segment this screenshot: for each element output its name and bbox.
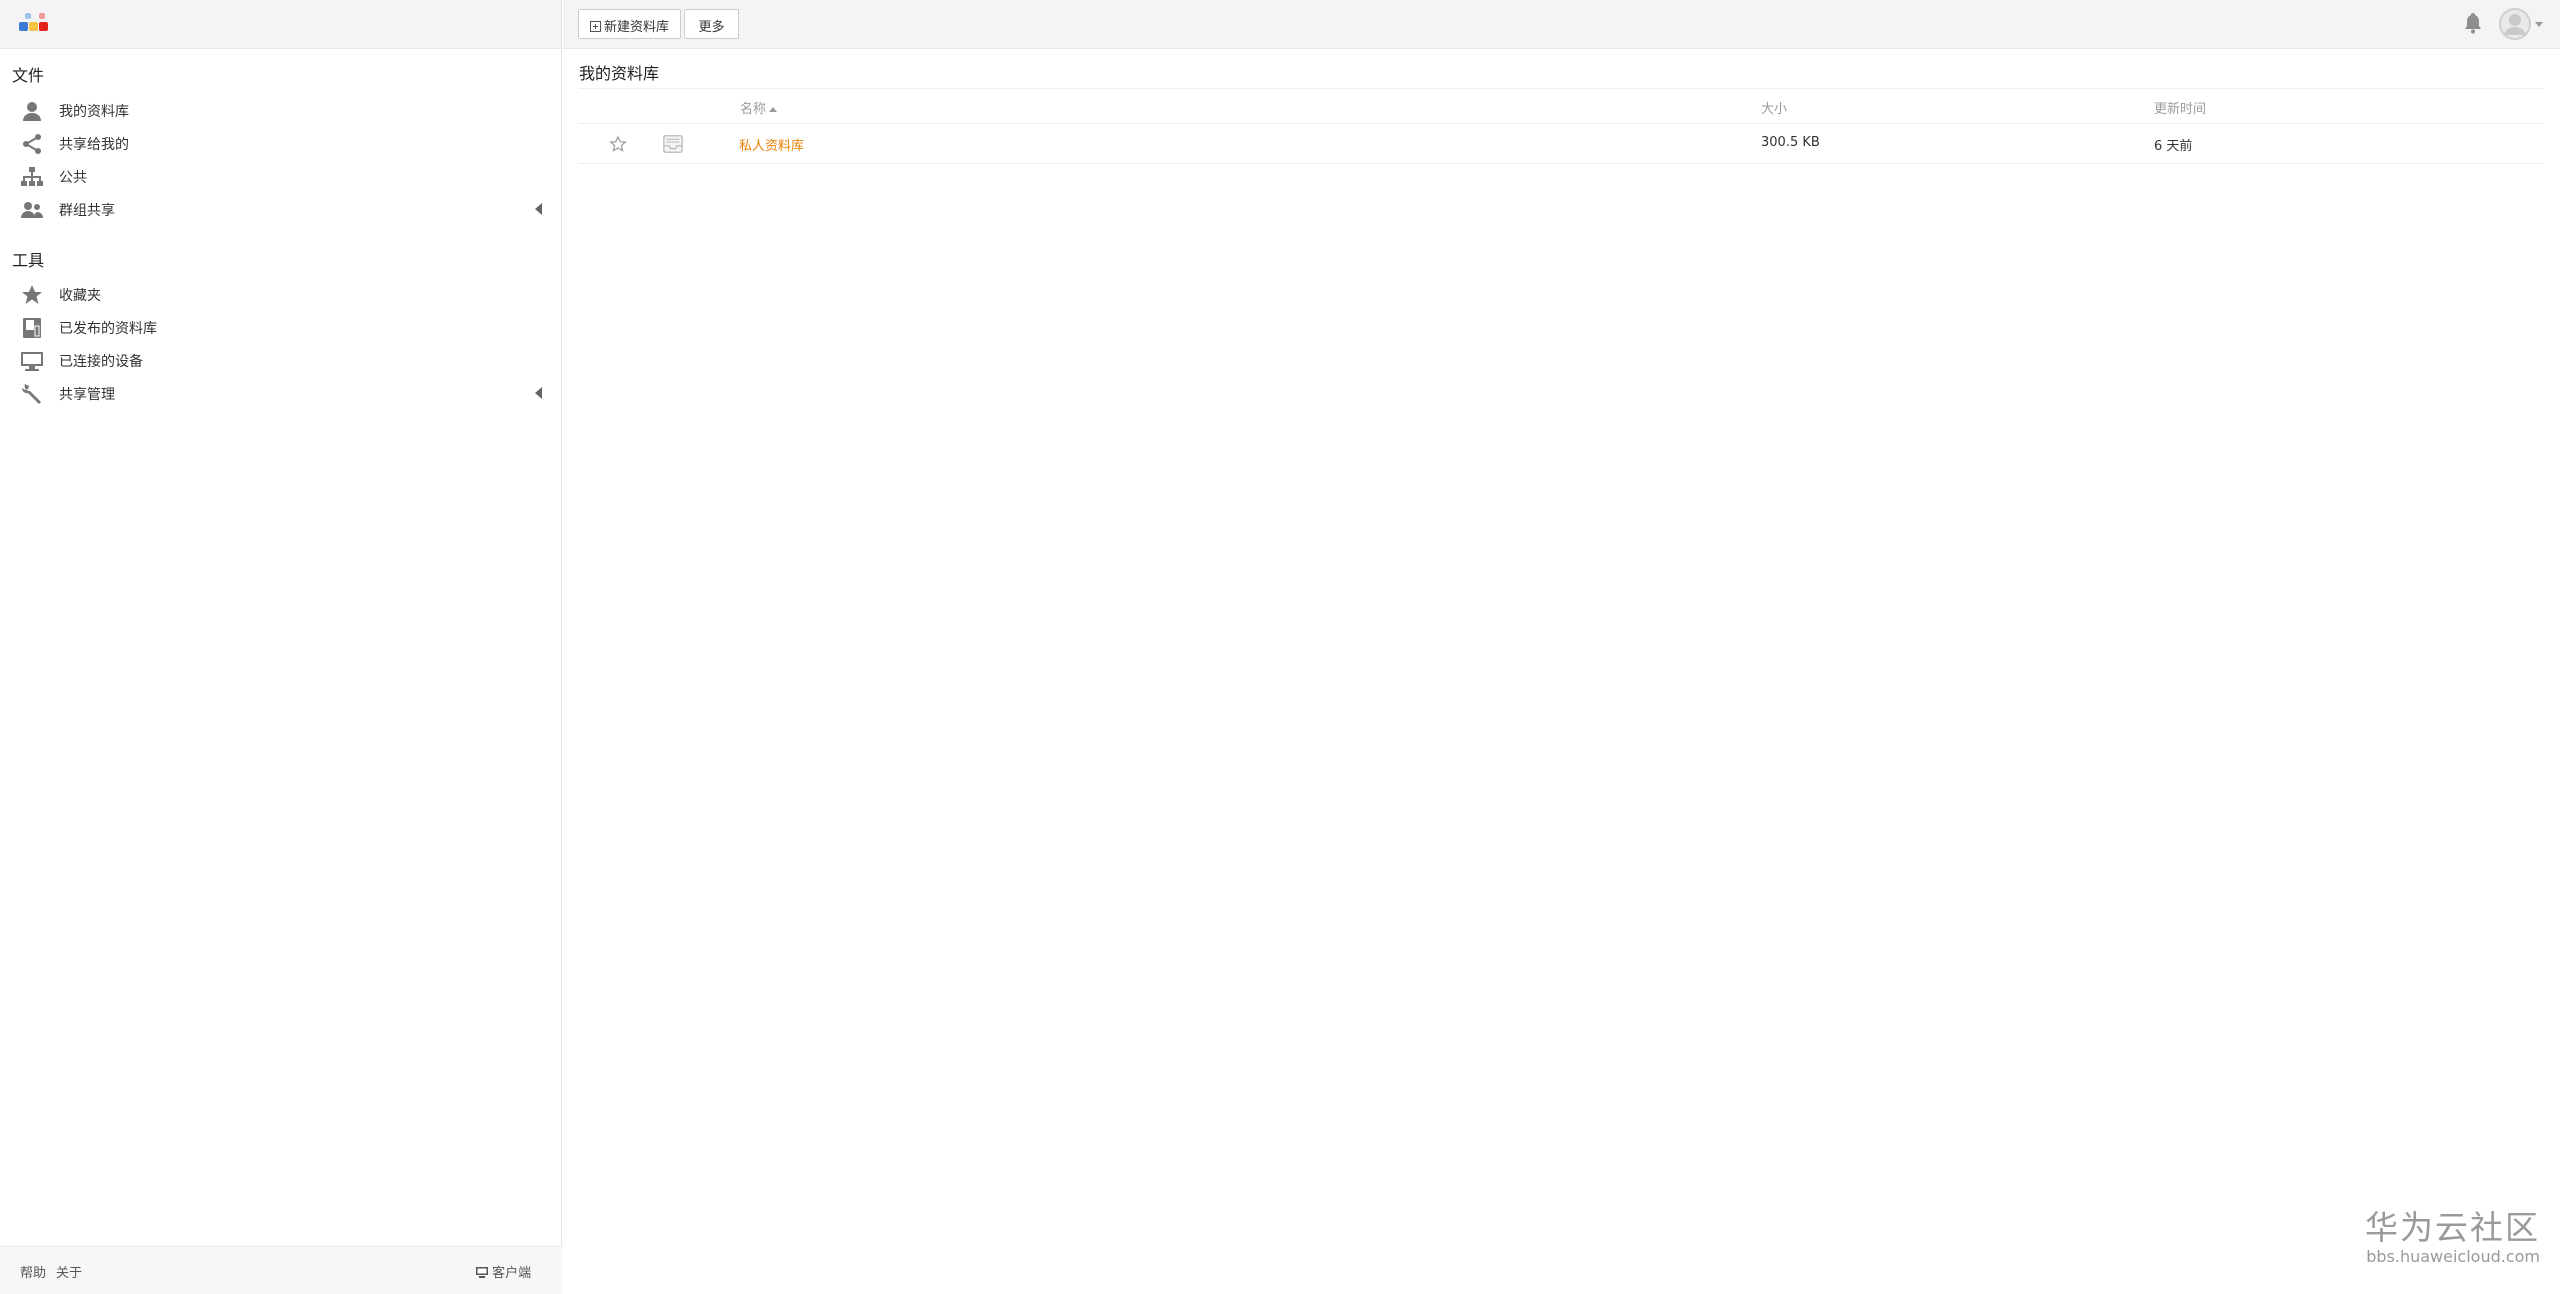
files-section-title: 文件: [12, 66, 45, 85]
new-library-button[interactable]: 新建资料库: [578, 9, 681, 39]
library-name-link[interactable]: 私人资料库: [739, 135, 804, 154]
library-updated-time: 6 天前: [2154, 139, 2193, 154]
sidebar-item-public[interactable]: 公共: [0, 160, 560, 193]
help-link[interactable]: 帮助: [20, 1262, 46, 1281]
star-outline-icon[interactable]: [609, 135, 627, 153]
sidebar-item-label: 我的资料库: [59, 104, 129, 120]
client-link[interactable]: 客户端: [476, 1262, 531, 1281]
sort-ascending-icon: [769, 107, 778, 112]
org-chart-icon: [21, 167, 43, 186]
about-link[interactable]: 关于: [56, 1262, 82, 1281]
wrench-icon: [21, 384, 41, 404]
library-size: 300.5 KB: [1761, 135, 1820, 150]
sidebar-item-linked-devices[interactable]: 已连接的设备: [0, 344, 560, 377]
column-header-updated: 更新时间: [2154, 102, 2207, 117]
chevron-down-icon[interactable]: [2535, 22, 2543, 27]
sidebar-item-my-libraries[interactable]: 我的资料库: [0, 94, 560, 127]
sidebar: 文件 我的资料库 共享给我的 公共 群组共享 工具 收藏夹 已发布的资料库 已连…: [0, 0, 562, 1294]
sidebar-item-share-admin[interactable]: 共享管理: [0, 377, 560, 410]
sidebar-item-label: 群组共享: [59, 203, 115, 219]
app-logo[interactable]: [17, 11, 55, 39]
tools-section-title: 工具: [12, 251, 45, 270]
column-header-size: 大小: [1761, 102, 1788, 117]
expand-caret-icon[interactable]: [535, 203, 542, 215]
sidebar-footer: 帮助 关于 客户端: [0, 1246, 562, 1294]
watermark: 华为云社区 bbs.huaweicloud.com: [2360, 1208, 2540, 1266]
sidebar-item-group-shares[interactable]: 群组共享: [0, 193, 560, 226]
bell-icon[interactable]: [2463, 12, 2483, 34]
library-icon: [663, 135, 683, 153]
star-icon: [22, 285, 42, 304]
sidebar-header: [0, 0, 561, 49]
sidebar-item-label: 收藏夹: [59, 288, 101, 304]
book-icon: [23, 318, 41, 338]
library-table: 名称 大小 更新时间 私人资料库 300.5 KB 6 天前: [578, 88, 2544, 164]
more-button[interactable]: 更多: [684, 9, 739, 39]
column-header-name[interactable]: 名称: [740, 98, 778, 117]
user-icon: [23, 102, 41, 121]
share-icon: [23, 134, 41, 154]
expand-caret-icon[interactable]: [535, 387, 542, 399]
watermark-brand: 华为云社区: [2365, 1208, 2540, 1247]
table-header: 名称 大小 更新时间: [578, 88, 2544, 124]
watermark-url: bbs.huaweicloud.com: [2366, 1247, 2540, 1266]
monitor-icon: [476, 1267, 488, 1278]
sidebar-item-label: 已连接的设备: [59, 354, 143, 370]
user-avatar-icon: [2499, 8, 2531, 40]
sidebar-item-shared-with-me[interactable]: 共享给我的: [0, 127, 560, 160]
monitor-icon: [21, 352, 43, 371]
avatar[interactable]: [2499, 8, 2531, 40]
group-icon: [21, 202, 43, 218]
table-row[interactable]: 私人资料库 300.5 KB 6 天前: [578, 124, 2544, 164]
sidebar-item-label: 共享给我的: [59, 137, 129, 153]
page-title: 我的资料库: [579, 64, 660, 83]
sidebar-item-label: 共享管理: [59, 387, 115, 403]
sidebar-item-label: 已发布的资料库: [59, 321, 157, 337]
sidebar-item-favorites[interactable]: 收藏夹: [0, 278, 560, 311]
top-toolbar: [563, 0, 2560, 49]
sidebar-item-label: 公共: [59, 170, 87, 186]
plus-square-icon: [589, 21, 601, 32]
sidebar-item-published-libraries[interactable]: 已发布的资料库: [0, 311, 560, 344]
